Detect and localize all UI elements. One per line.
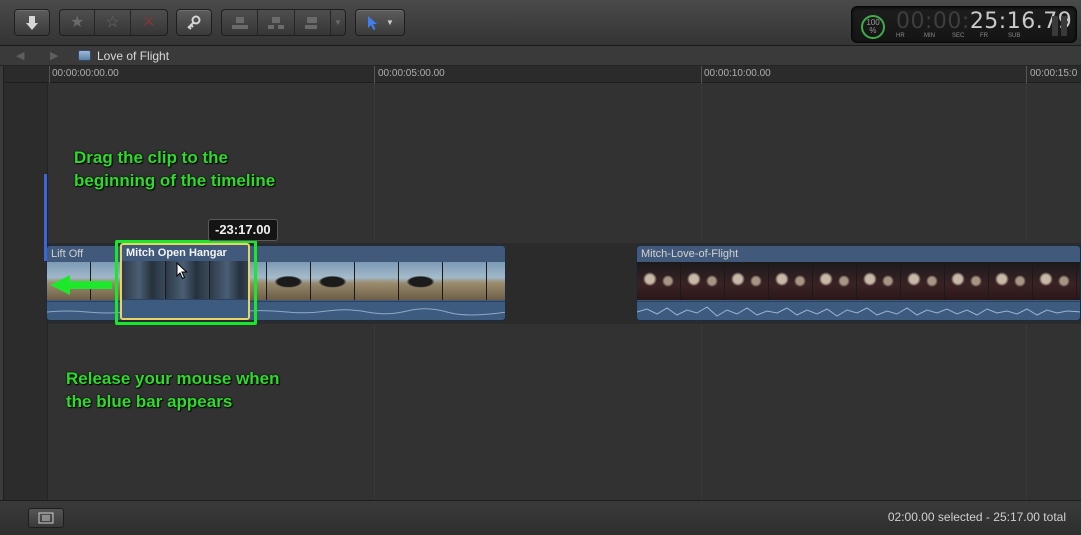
dashboard-timecode[interactable]: 100 % 00:00:25:16.79 HR MIN SEC FR SUB [851, 6, 1077, 43]
selection-status: 02:00.00 selected - 25:17.00 total [887, 510, 1066, 524]
connect-clip-icon [231, 16, 248, 29]
import-button[interactable] [14, 9, 50, 36]
favorite-button[interactable]: ★ [60, 10, 96, 35]
timeline-footer: 02:00.00 selected - 25:17.00 total [0, 500, 1081, 535]
timeline-index-button[interactable] [28, 508, 64, 528]
insertion-indicator-bar [44, 174, 47, 261]
project-title: Love of Flight [97, 49, 170, 63]
back-arrow-icon[interactable]: ◀ [16, 49, 24, 62]
edit-mode-group: ▼ [221, 9, 346, 36]
reject-icon: ✕ [142, 13, 156, 31]
timecode-units: HR MIN SEC FR SUB [896, 33, 1036, 39]
clip-name: Lift Off [51, 248, 84, 260]
annotation-top: Drag the clip to the beginning of the ti… [74, 148, 276, 190]
insert-clip-button[interactable] [258, 10, 295, 35]
chevron-down-icon: ▼ [386, 17, 394, 27]
list-icon [38, 512, 54, 524]
keyword-icon [187, 15, 201, 30]
progress-unit: % [869, 26, 877, 35]
append-clip-button[interactable] [295, 10, 331, 35]
chevron-down-icon: ▼ [334, 17, 342, 27]
project-icon [78, 50, 91, 61]
audio-meter-icon[interactable] [1052, 16, 1067, 36]
forward-arrow-icon[interactable]: ▶ [50, 49, 58, 62]
unit-sub: SUB [1008, 33, 1021, 39]
import-icon [26, 15, 38, 30]
ruler-label: 00:00:15:0 [1030, 68, 1078, 79]
clip-filmstrip [637, 262, 1080, 300]
background-task-progress[interactable]: 100 % [861, 15, 885, 39]
rating-group: ★ ☆ ✕ [59, 9, 168, 36]
left-arrow-icon [50, 275, 112, 295]
unit-min: MIN [924, 33, 935, 39]
unrate-icon: ☆ [105, 13, 120, 31]
ruler-label: 00:00:05:00.00 [378, 68, 445, 79]
toolbar: ★ ☆ ✕ ▼ ▼ 100 % 00:00:25:16.79 HR MIN SE… [0, 0, 1081, 46]
favorite-icon: ★ [70, 13, 85, 31]
clip-name: Mitch-Love-of-Flight [641, 248, 739, 260]
edit-mode-menu[interactable]: ▼ [331, 10, 345, 35]
ruler-label: 00:00:00:00.00 [52, 68, 119, 79]
timecode-readout: 00:00:25:16.79 [896, 9, 1072, 34]
drag-offset-tooltip: -23:17.00 [208, 219, 278, 241]
pointer-cursor-icon [176, 262, 188, 280]
tool-menu-button[interactable]: ▼ [355, 9, 405, 36]
timeline-gutter [4, 83, 48, 500]
ruler-label: 00:00:10:00.00 [704, 68, 771, 79]
timecode-dim-digits: 00:00: [896, 9, 970, 34]
final-cut-timeline-window: ★ ☆ ✕ ▼ ▼ 100 % 00:00:25:16.79 HR MIN SE… [0, 0, 1081, 535]
clip-audio-waveform [637, 301, 1080, 320]
connect-clip-button[interactable] [222, 10, 258, 35]
unit-hr: HR [896, 33, 905, 39]
insert-clip-icon [268, 16, 284, 29]
unrate-button[interactable]: ☆ [95, 10, 131, 35]
tutorial-highlight-box [115, 240, 257, 325]
append-clip-icon [304, 16, 317, 29]
clip-mitch-love-of-flight[interactable]: Mitch-Love-of-Flight [636, 245, 1081, 321]
select-tool-icon [368, 15, 378, 30]
unit-fr: FR [980, 33, 988, 39]
timeline-title-bar: ◀ ▶ Love of Flight [0, 46, 1081, 66]
keyword-button[interactable] [176, 9, 212, 36]
unit-sec: SEC [952, 33, 965, 39]
annotation-bottom: Release your mouse when the blue bar app… [66, 369, 280, 411]
reject-button[interactable]: ✕ [131, 10, 167, 35]
timecode-ruler[interactable]: 00:00:00:00.00 00:00:05:00.00 00:00:10:0… [4, 66, 1081, 83]
